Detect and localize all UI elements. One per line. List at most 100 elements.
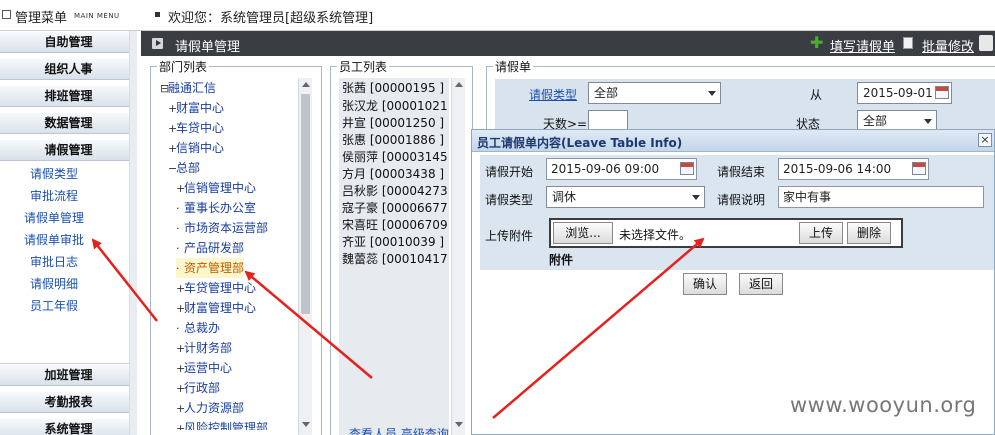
tree-node[interactable]: +行政部	[176, 378, 220, 398]
list-item[interactable]: 张茜 [00000195 ]	[342, 80, 444, 97]
plus-icon: ✚	[810, 33, 824, 52]
dialog-title: 员工请假单内容(Leave Table Info)	[477, 136, 683, 150]
tree-node[interactable]: · 总裁办	[176, 318, 220, 338]
tree-node-root[interactable]: ⊟融通汇信	[160, 78, 216, 98]
list-item[interactable]: 吕秋影 [00004273	[342, 183, 448, 200]
leave-form: 请假开始 2015-09-06 09:00 请假结束 2015-09-06 14…	[480, 155, 994, 270]
upload-button[interactable]: 上传	[799, 222, 843, 244]
tree-node-label: 车贷管理中心	[184, 281, 257, 295]
tree-node[interactable]: +信销中心	[168, 138, 224, 158]
list-item[interactable]: 张汉龙 [00001021	[342, 98, 448, 115]
tree-node[interactable]: +信销管理中心	[176, 178, 256, 198]
list-item[interactable]: 宋喜旺 [00006709	[342, 217, 448, 234]
close-icon[interactable]: ×	[978, 133, 992, 147]
sidebar-item-leave-type[interactable]: 请假类型	[0, 164, 137, 184]
tree-node[interactable]: +风险控制管理部	[176, 418, 268, 430]
tree-node[interactable]: +车贷管理中心	[176, 278, 256, 298]
scroll-up-icon[interactable]	[455, 82, 463, 87]
scroll-thumb[interactable]	[301, 94, 310, 314]
dialog-header[interactable]: 员工请假单内容(Leave Table Info) ×	[472, 130, 994, 152]
nav-group-self-service[interactable]: 自助管理	[0, 31, 137, 53]
calendar-icon[interactable]	[912, 162, 926, 175]
calendar-icon[interactable]	[680, 162, 694, 175]
tree-node[interactable]: · 董事长办公室	[176, 198, 256, 218]
sidebar-item-leave-approval[interactable]: 请假单审批	[0, 230, 137, 250]
sidebar-item-annual-leave[interactable]: 员工年假	[0, 296, 137, 316]
confirm-button[interactable]: 确认	[683, 273, 727, 295]
list-item[interactable]: 魏蕾蕊 [00010417	[342, 251, 448, 268]
list-item[interactable]: 侯丽萍 [00003145	[342, 149, 448, 166]
nav-group-leave[interactable]: 请假管理	[0, 139, 137, 161]
sidebar-splitter[interactable]	[129, 31, 137, 435]
emp-scrollbar[interactable]	[451, 78, 465, 435]
tree-node[interactable]: +运营中心	[176, 358, 232, 378]
tree-node-label: 信销管理中心	[184, 181, 257, 195]
type-select[interactable]: 调休	[546, 186, 705, 208]
tree-node[interactable]: · 产品研发部	[176, 238, 244, 258]
scissors-icon[interactable]	[979, 35, 993, 51]
tree-node-label: 财富管理中心	[184, 301, 257, 315]
nav-group-data[interactable]: 数据管理	[0, 112, 137, 134]
type-label: 请假类型	[485, 193, 534, 207]
from-date-input[interactable]: 2015-09-01	[857, 82, 952, 104]
end-label: 请假结束	[717, 165, 766, 179]
chevron-down-icon	[692, 195, 700, 200]
filter-panel-legend: 请假单	[495, 60, 532, 74]
list-item[interactable]: 方月 [00003438 ]	[342, 166, 444, 183]
leave-type-link[interactable]: 请假类型	[529, 86, 577, 103]
browse-button[interactable]: 浏览...	[553, 222, 613, 244]
tree-node-label: 总裁办	[184, 321, 221, 335]
scroll-down-icon[interactable]	[455, 422, 463, 427]
calendar-icon[interactable]	[935, 86, 949, 99]
emp-panel-legend: 员工列表	[339, 60, 388, 74]
leave-type-select[interactable]: 全部	[588, 82, 721, 104]
welcome-text: 欢迎您：系统管理员[超级系统管理]	[168, 11, 374, 26]
tree-node-label: 计财务部	[184, 341, 233, 355]
tree-node-selected[interactable]: · 资产管理部	[176, 258, 245, 278]
tree-node-label: 资产管理部	[184, 261, 245, 275]
sidebar-item-leave-detail[interactable]: 请假明细	[0, 274, 137, 294]
no-file-text: 未选择文件。	[619, 228, 692, 242]
list-item[interactable]: 寇子豪 [00006677	[342, 200, 448, 217]
delete-button[interactable]: 删除	[847, 222, 891, 244]
tree-node-label: 风险控制管理部	[184, 421, 269, 430]
tree-node[interactable]: +人力资源部	[176, 398, 244, 418]
nav-group-system[interactable]: 系统管理	[0, 418, 137, 435]
reason-input[interactable]: 家中有事	[778, 186, 984, 208]
nav-group-reports[interactable]: 考勤报表	[0, 391, 137, 413]
nav-group-overtime[interactable]: 加班管理	[0, 364, 137, 386]
tree-node[interactable]: +财富中心	[168, 98, 224, 118]
start-time-input[interactable]: 2015-09-06 09:00	[546, 158, 697, 180]
nav-group-org[interactable]: 组织人事	[0, 58, 137, 80]
dept-scrollbar[interactable]	[298, 78, 312, 435]
scroll-up-icon[interactable]	[302, 82, 310, 87]
sidebar-item-leave-form-manage[interactable]: 请假单管理	[0, 208, 137, 228]
back-button[interactable]: 返回	[739, 273, 783, 295]
tree-node[interactable]: +财富管理中心	[176, 298, 256, 318]
batch-edit-link[interactable]: 批量修改	[922, 36, 974, 55]
tree-node-label: 总部	[176, 161, 201, 175]
chevron-down-icon	[924, 119, 932, 124]
tree-node[interactable]: +计财务部	[176, 338, 232, 358]
fill-leave-link[interactable]: 填写请假单	[830, 36, 895, 55]
reason-label: 请假说明	[717, 193, 766, 207]
nav-group-schedule[interactable]: 排班管理	[0, 85, 137, 107]
list-item[interactable]: 齐亚 [00010039 ]	[342, 234, 444, 251]
page-title: 请假单管理	[175, 40, 241, 55]
menu-toggle-icon[interactable]	[2, 10, 11, 19]
tree-node-label: 市场资本运营部	[184, 221, 269, 235]
scroll-down-icon[interactable]	[302, 422, 310, 427]
list-item[interactable]: 井宣 [00001250 ]	[342, 115, 444, 132]
status-select-value: 全部	[863, 114, 888, 128]
sidebar-item-approval-flow[interactable]: 审批流程	[0, 186, 137, 206]
tree-node[interactable]: +车贷中心	[168, 118, 224, 138]
list-item[interactable]: 张惠 [00001886 ]	[342, 132, 444, 149]
employee-list[interactable]: 张茜 [00000195 ] 张汉龙 [00001021 井宣 [0000125…	[339, 78, 449, 435]
sidebar-item-approval-log[interactable]: 审批日志	[0, 252, 137, 272]
end-time-input[interactable]: 2015-09-06 14:00	[778, 158, 929, 180]
tree-node[interactable]: · 市场资本运营部	[176, 218, 268, 238]
employee-bottom-links[interactable]: 查看人员 高级查询	[349, 426, 449, 435]
tree-node-label: 产品研发部	[184, 241, 245, 255]
tree-node[interactable]: −总部	[168, 158, 200, 178]
tree-node-label: 行政部	[184, 381, 221, 395]
